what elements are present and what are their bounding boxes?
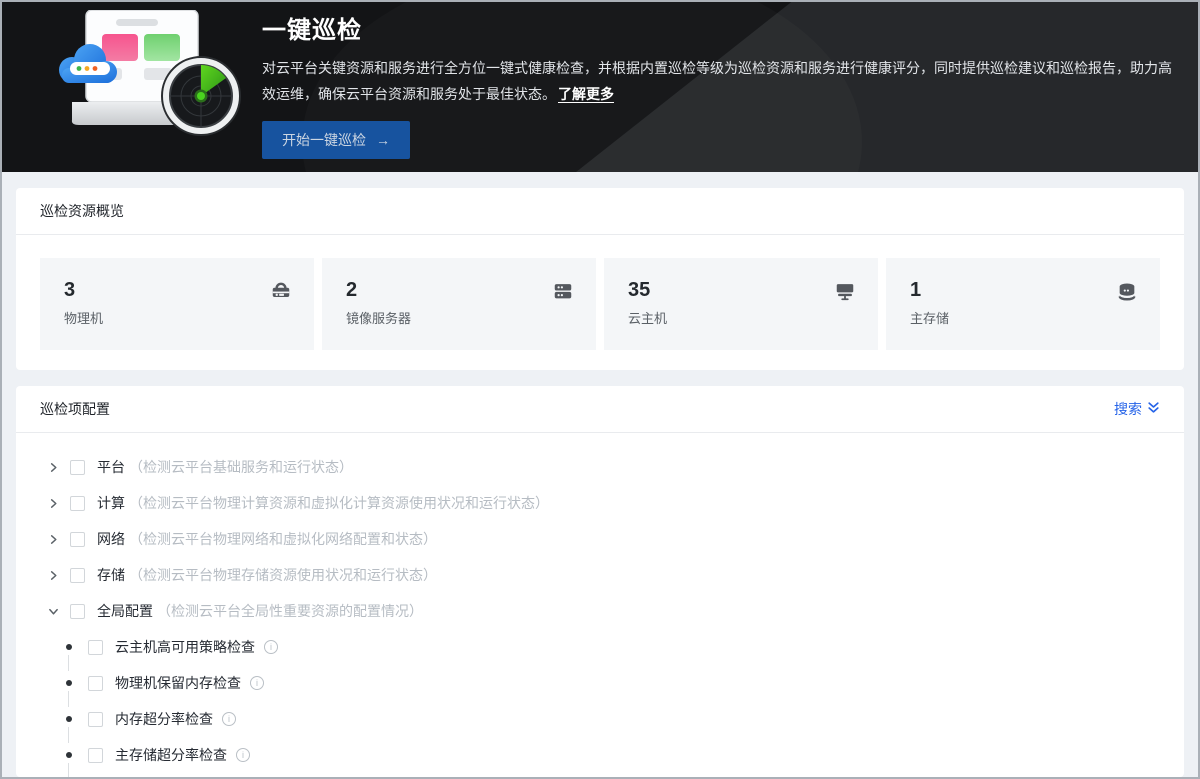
search-label: 搜索: [1114, 399, 1142, 419]
resource-label: 物理机: [64, 308, 290, 327]
tree-bullet: [66, 644, 72, 650]
page: 一键巡检 对云平台关键资源和服务进行全方位一键式健康检查，并根据内置巡检等级为巡…: [0, 0, 1200, 779]
arrow-right-icon: →: [376, 132, 390, 148]
chevron-right-icon[interactable]: [46, 496, 60, 510]
tree-bullet: [66, 680, 72, 686]
tree-bullet: [66, 716, 72, 722]
resource-count: 3: [64, 278, 290, 302]
config-panel-header: 巡检项配置 搜索: [16, 386, 1184, 433]
resource-card-primary-storage: 1 主存储: [886, 258, 1160, 350]
start-inspection-label: 开始一键巡检: [282, 130, 366, 150]
tree-guide-line: [68, 763, 69, 779]
resource-count: 35: [628, 278, 854, 302]
physical-machine-icon: [270, 280, 292, 302]
tree-group-compute: 计算 （检测云平台物理计算资源和虚拟化计算资源使用状况和运行状态）: [40, 485, 1160, 521]
checkbox-compute[interactable]: [70, 496, 85, 511]
learn-more-link[interactable]: 了解更多: [558, 86, 614, 102]
resource-card-vm-instance: 35 云主机: [604, 258, 878, 350]
tree-bullet: [66, 752, 72, 758]
hero-description-text: 对云平台关键资源和服务进行全方位一键式健康检查，并根据内置巡检等级为巡检资源和服…: [262, 60, 1172, 102]
group-description: （检测云平台物理存储资源使用状况和运行状态）: [129, 565, 437, 585]
tree-item-host-reserved-memory-check: 物理机保留内存检查 i: [40, 665, 1160, 701]
tree-group-network: 网络 （检测云平台物理网络和虚拟化网络配置和状态）: [40, 521, 1160, 557]
resource-label: 主存储: [910, 308, 1136, 327]
overview-title: 巡检资源概览: [40, 201, 124, 221]
config-title: 巡检项配置: [40, 399, 110, 419]
hero-banner: 一键巡检 对云平台关键资源和服务进行全方位一键式健康检查，并根据内置巡检等级为巡…: [2, 2, 1198, 172]
inspection-tree: 平台 （检测云平台基础服务和运行状态） 计算 （检测云平台物理计算资源和虚拟化计…: [16, 433, 1184, 777]
start-inspection-button[interactable]: 开始一键巡检 →: [262, 121, 410, 159]
checkbox-memory-overcommit[interactable]: [88, 712, 103, 727]
search-toggle[interactable]: 搜索: [1114, 399, 1160, 419]
group-name: 计算: [97, 493, 125, 513]
group-description: （检测云平台物理计算资源和虚拟化计算资源使用状况和运行状态）: [129, 493, 549, 513]
checkbox-platform[interactable]: [70, 460, 85, 475]
inspection-illustration: [54, 10, 246, 138]
checkbox-storage[interactable]: [70, 568, 85, 583]
item-name: 物理机保留内存检查: [115, 673, 241, 693]
resource-count: 2: [346, 278, 572, 302]
overview-panel-header: 巡检资源概览: [16, 188, 1184, 235]
tree-group-platform: 平台 （检测云平台基础服务和运行状态）: [40, 449, 1160, 485]
group-name: 网络: [97, 529, 125, 549]
tree-group-storage: 存储 （检测云平台物理存储资源使用状况和运行状态）: [40, 557, 1160, 593]
tree-item-primary-storage-overcommit-check: 主存储超分率检查 i: [40, 737, 1160, 773]
resource-card-physical-machine: 3 物理机: [40, 258, 314, 350]
group-description: （检测云平台物理网络和虚拟化网络配置和状态）: [129, 529, 437, 549]
hero-description: 对云平台关键资源和服务进行全方位一键式健康检查，并根据内置巡检等级为巡检资源和服…: [262, 55, 1174, 107]
chevron-right-icon[interactable]: [46, 532, 60, 546]
resource-cards: 3 物理机 2 镜像服务器: [16, 235, 1184, 370]
resource-count: 1: [910, 278, 1136, 302]
checkbox-vm-ha-policy[interactable]: [88, 640, 103, 655]
info-icon[interactable]: i: [264, 640, 278, 654]
chevron-right-icon[interactable]: [46, 460, 60, 474]
checkbox-host-reserved-memory[interactable]: [88, 676, 103, 691]
info-icon[interactable]: i: [250, 676, 264, 690]
tree-group-global-config: 全局配置 （检测云平台全局性重要资源的配置情况）: [40, 593, 1160, 629]
resource-card-image-server: 2 镜像服务器: [322, 258, 596, 350]
radar-icon: [162, 57, 240, 135]
group-name: 存储: [97, 565, 125, 585]
item-name: 主存储超分率检查: [115, 745, 227, 765]
vm-instance-icon: [834, 280, 856, 302]
resource-label: 镜像服务器: [346, 308, 572, 327]
config-panel: 巡检项配置 搜索 平台 （检测云平台基础服务和运行状态） 计算: [16, 386, 1184, 777]
checkbox-network[interactable]: [70, 532, 85, 547]
laptop-radar-illustration: [54, 10, 246, 138]
page-title: 一键巡检: [262, 10, 1174, 45]
resource-label: 云主机: [628, 308, 854, 327]
double-chevron-down-icon: [1147, 401, 1160, 417]
chevron-down-icon[interactable]: [46, 604, 60, 618]
chevron-right-icon[interactable]: [46, 568, 60, 582]
tree-item-vm-ha-policy-check: 云主机高可用策略检查 i: [40, 629, 1160, 665]
checkbox-global-config[interactable]: [70, 604, 85, 619]
info-icon[interactable]: i: [236, 748, 250, 762]
tree-item-memory-overcommit-check: 内存超分率检查 i: [40, 701, 1160, 737]
info-icon[interactable]: i: [222, 712, 236, 726]
primary-storage-icon: [1116, 280, 1138, 302]
overview-panel: 巡检资源概览 3 物理机 2 镜像服务器: [16, 188, 1184, 370]
item-name: 云主机高可用策略检查: [115, 637, 255, 657]
group-description: （检测云平台基础服务和运行状态）: [129, 457, 353, 477]
checkbox-primary-storage-overcommit[interactable]: [88, 748, 103, 763]
group-description: （检测云平台全局性重要资源的配置情况）: [157, 601, 423, 621]
image-server-icon: [552, 280, 574, 302]
group-name: 平台: [97, 457, 125, 477]
item-name: 内存超分率检查: [115, 709, 213, 729]
group-name: 全局配置: [97, 601, 153, 621]
